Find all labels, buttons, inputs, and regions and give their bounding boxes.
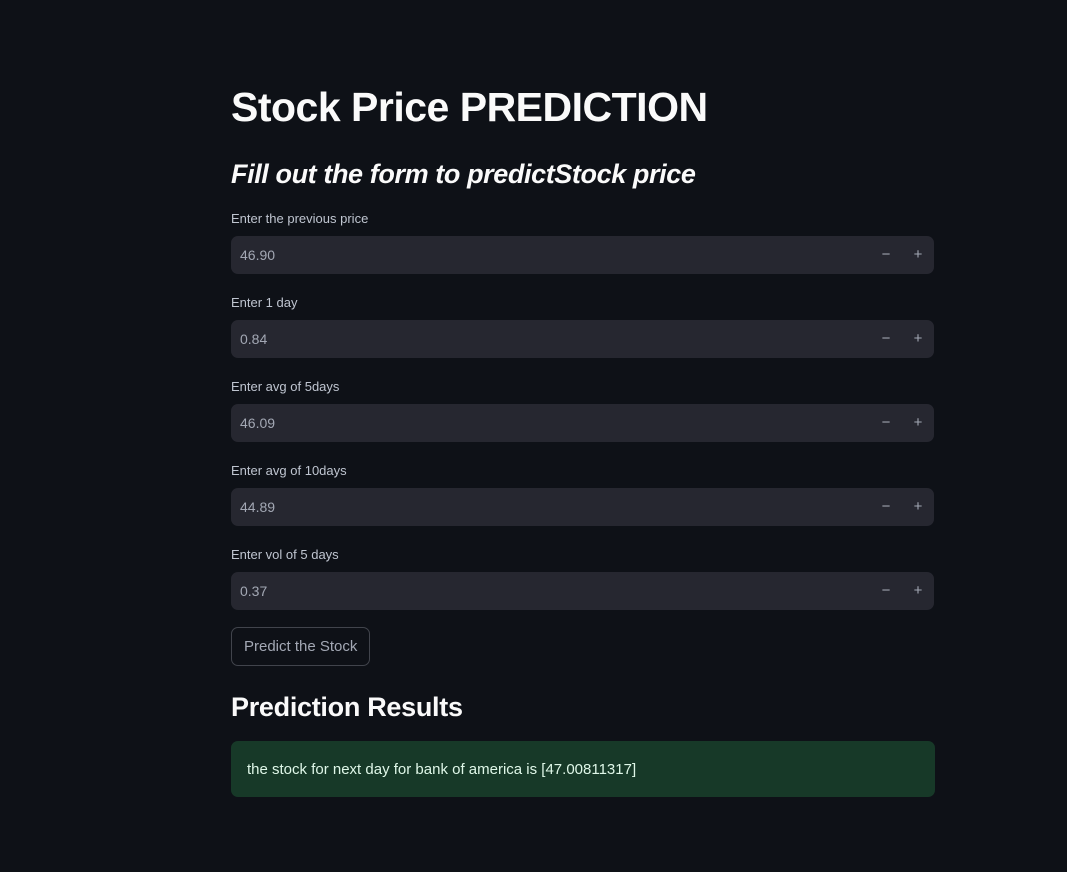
success-alert: the stock for next day for bank of ameri… xyxy=(231,741,935,797)
previous-price-input[interactable] xyxy=(231,235,870,275)
avg-5days-number-input: − + xyxy=(231,403,934,443)
page-title: Stock Price PREDICTION xyxy=(231,84,708,130)
previous-price-label: Enter the previous price xyxy=(231,211,369,226)
vol-5days-number-input: − + xyxy=(231,571,934,611)
results-title: Prediction Results xyxy=(231,692,463,722)
avg-10days-label: Enter avg of 10days xyxy=(231,463,347,478)
avg-5days-label: Enter avg of 5days xyxy=(231,379,340,394)
one-day-input[interactable] xyxy=(231,319,870,359)
one-day-increment-button[interactable]: + xyxy=(902,320,934,358)
avg-5days-field: Enter avg of 5days − + xyxy=(231,379,934,443)
prediction-result-text: the stock for next day for bank of ameri… xyxy=(247,760,637,778)
avg-5days-decrement-button[interactable]: − xyxy=(870,404,902,442)
one-day-number-input: − + xyxy=(231,319,934,359)
predict-button[interactable]: Predict the Stock xyxy=(231,627,371,666)
avg-10days-increment-button[interactable]: + xyxy=(902,488,934,526)
previous-price-number-input: − + xyxy=(231,235,934,275)
one-day-decrement-button[interactable]: − xyxy=(870,320,902,358)
page-subtitle: Fill out the form to predictStock price xyxy=(231,159,696,189)
vol-5days-increment-button[interactable]: + xyxy=(902,572,934,610)
avg-10days-decrement-button[interactable]: − xyxy=(870,488,902,526)
vol-5days-label: Enter vol of 5 days xyxy=(231,547,339,562)
avg-10days-input[interactable] xyxy=(231,487,870,527)
avg-5days-increment-button[interactable]: + xyxy=(902,404,934,442)
avg-10days-number-input: − + xyxy=(231,487,934,527)
previous-price-increment-button[interactable]: + xyxy=(902,236,934,274)
vol-5days-decrement-button[interactable]: − xyxy=(870,572,902,610)
avg-5days-input[interactable] xyxy=(231,403,870,443)
one-day-label: Enter 1 day xyxy=(231,295,298,310)
one-day-field: Enter 1 day − + xyxy=(231,295,934,359)
previous-price-field: Enter the previous price − + xyxy=(231,211,934,275)
avg-10days-field: Enter avg of 10days − + xyxy=(231,463,934,527)
vol-5days-field: Enter vol of 5 days − + xyxy=(231,547,934,611)
vol-5days-input[interactable] xyxy=(231,571,870,611)
previous-price-decrement-button[interactable]: − xyxy=(870,236,902,274)
